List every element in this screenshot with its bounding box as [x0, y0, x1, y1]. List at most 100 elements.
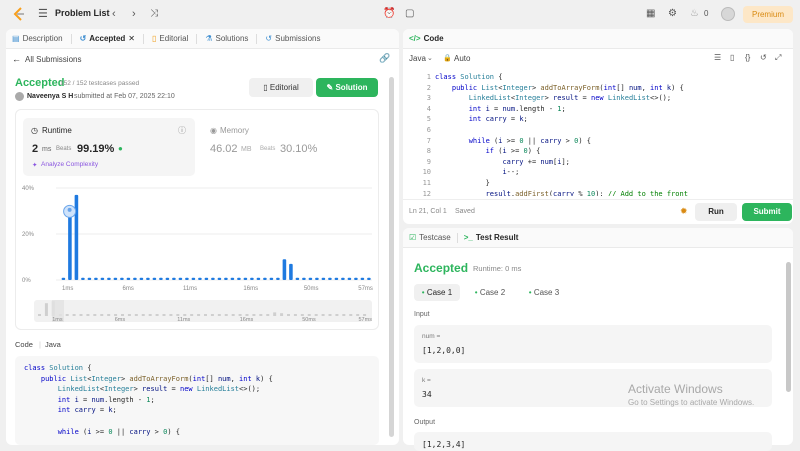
overview-bar [38, 314, 41, 316]
all-submissions-link[interactable]: All Submissions [25, 55, 81, 64]
chart-bar [139, 277, 144, 280]
tab-editorial[interactable]: ▯ Editorial [152, 34, 188, 43]
chart-bar [61, 277, 66, 280]
note-icon[interactable]: ▢ [405, 7, 414, 21]
avatar[interactable] [721, 7, 735, 21]
book-icon: ▯ [263, 83, 270, 92]
user-avatar[interactable] [15, 92, 24, 101]
case-1-tab[interactable]: • Case 1 [414, 284, 460, 301]
watermark-subtitle: Go to Settings to activate Windows. [628, 398, 755, 407]
run-button[interactable]: Run [695, 203, 737, 221]
tab-code[interactable]: </> Code [409, 34, 444, 43]
chart-bar [341, 277, 345, 280]
shuffle-icon[interactable]: ⤨ [150, 7, 158, 21]
overview-bar [300, 314, 304, 316]
expand-icon[interactable]: ⤢ [775, 53, 781, 63]
debug-icon[interactable]: ✹ [680, 206, 688, 217]
language-select[interactable]: Java [409, 54, 426, 63]
gear-icon[interactable]: ⚙ [668, 7, 677, 21]
chart-bar [321, 277, 326, 280]
overview-tick-label: 16ms [240, 317, 254, 323]
chart-bar [81, 277, 85, 280]
overview-bar [190, 314, 194, 316]
braces-icon[interactable]: {} [745, 53, 750, 62]
input-num-box[interactable]: num = [1,2,0,0] [414, 325, 772, 363]
chart-bar [282, 259, 287, 280]
reset-icon[interactable]: ↺ [760, 53, 767, 62]
overview-bar [342, 314, 346, 316]
overview-bar [127, 314, 131, 316]
flask-icon: ⚗ [205, 34, 213, 43]
tab-solutions[interactable]: ⚗ Solutions [205, 34, 248, 43]
overview-bar [321, 314, 325, 316]
chart-bar [159, 277, 163, 280]
tab-description[interactable]: ▤ Description [12, 34, 63, 43]
overview-bar [100, 314, 104, 316]
solution-button[interactable]: ✎ Solution [316, 78, 378, 97]
chevron-down-icon[interactable]: ⌄ [427, 54, 433, 62]
chart-bar [165, 277, 170, 280]
tab-testcase[interactable]: ☑ Testcase [409, 233, 451, 242]
chart-bar [276, 277, 280, 280]
tab-submissions[interactable]: ↺ Submissions [265, 34, 320, 43]
overview-bar [141, 314, 145, 316]
chart-bar [87, 277, 92, 280]
num-value: [1,2,0,0] [422, 346, 466, 355]
arrow-left-icon[interactable]: ← [12, 54, 21, 64]
y-tick-label: 40% [22, 186, 35, 192]
k-label: k = [422, 377, 431, 384]
x-tick-label: 6ms [122, 286, 133, 292]
chart-bar [302, 277, 306, 280]
cursor-position: Ln 21, Col 1 [409, 208, 447, 215]
overview-bar [252, 314, 256, 316]
chart-bar [146, 277, 150, 280]
tab-accepted[interactable]: ↺ Accepted ✕ [80, 34, 135, 43]
close-icon[interactable]: ✕ [128, 34, 135, 43]
chart-bar [185, 277, 189, 280]
overview-bar [72, 314, 76, 316]
leetcode-logo-icon[interactable] [12, 7, 26, 21]
result-scrollbar[interactable] [786, 262, 791, 392]
chart-bar [94, 277, 98, 280]
chevron-left-icon[interactable]: ‹ [112, 7, 116, 21]
overview-bar [356, 314, 360, 316]
runtime-distribution-chart[interactable]: 40% 20% 0% 1ms 6ms 11ms 16ms 50ms 57ms 1ms 6ms 11ms… [16, 110, 380, 331]
case-3-tab[interactable]: • Case 3 [521, 284, 567, 301]
link-icon[interactable]: 🔗 [379, 53, 390, 64]
chart-bar [269, 277, 274, 280]
bookmark-icon[interactable]: ▯ [730, 53, 734, 62]
overview-bar [307, 314, 311, 316]
code-label: Code [15, 340, 33, 349]
left-scrollbar[interactable] [389, 77, 394, 437]
chart-bar [347, 277, 352, 280]
submit-button[interactable]: Submit [742, 203, 792, 221]
tab-test-result[interactable]: >_ Test Result [464, 233, 519, 242]
editor-footer: Ln 21, Col 1 Saved ✹ Run Submit [403, 199, 793, 224]
user-name[interactable]: Naveenya S H [27, 93, 73, 100]
auto-mode[interactable]: Auto [454, 54, 470, 63]
problem-list-link[interactable]: Problem List [55, 8, 110, 18]
problem-list-icon[interactable]: ☰ [38, 7, 48, 21]
overview-bar [134, 314, 138, 316]
language-label: Java [45, 340, 61, 349]
code-editor[interactable]: class Solution { public List<Integer> ad… [435, 72, 790, 196]
overview-bar [107, 314, 111, 316]
format-icon[interactable]: ☰ [714, 53, 721, 62]
overview-bar [363, 314, 367, 316]
description-icon: ▤ [12, 34, 20, 43]
case-2-tab[interactable]: • Case 2 [467, 284, 513, 301]
line-numbers: 1 2 3 4 5 6 7 8 9 10 11 12 [422, 73, 431, 198]
fire-icon[interactable]: ♨ [690, 7, 699, 21]
grid-icon[interactable]: ▦ [646, 7, 655, 21]
chevron-right-icon[interactable]: › [132, 7, 136, 21]
timer-icon[interactable]: ⏰ [383, 7, 395, 21]
chart-bar [224, 277, 228, 280]
editorial-button[interactable]: ▯ Editorial [249, 78, 313, 97]
chart-bar [250, 277, 254, 280]
output-box[interactable]: [1,2,3,4] [414, 432, 772, 451]
submitted-code[interactable]: class Solution { public List<Integer> ad… [15, 356, 379, 445]
overview-bar [224, 314, 228, 316]
premium-button[interactable]: Premium [743, 6, 793, 23]
watermark-title: Activate Windows [628, 382, 723, 396]
overview-bar [79, 314, 83, 316]
